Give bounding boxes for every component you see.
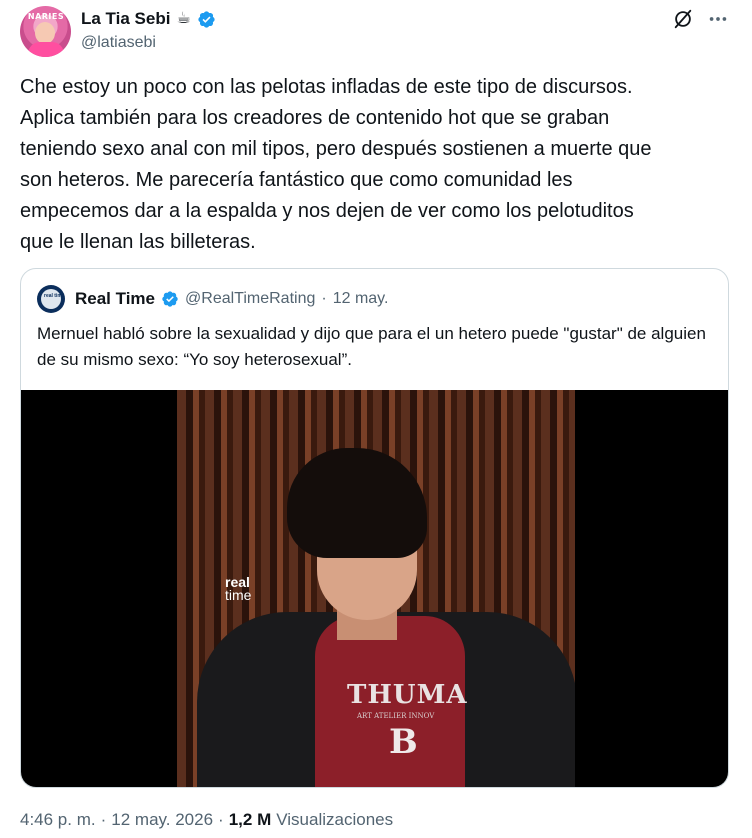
author-avatar[interactable]: NARIES [20, 6, 71, 57]
shirt-subtext: ART ATELIER INNOV [357, 712, 435, 720]
grok-icon[interactable] [672, 8, 694, 30]
watermark-line2: time [225, 587, 252, 603]
video-watermark: real time [225, 575, 252, 603]
video-frame: THUMA ART ATELIER INNOV B real time [177, 390, 575, 787]
quoted-date[interactable]: 12 may. [333, 290, 389, 308]
meta-separator-2: · [218, 810, 224, 829]
quoted-tweet-header[interactable]: real time Real Time @RealTimeRating · 12… [37, 285, 388, 313]
video-hair [287, 448, 427, 558]
shirt-letter: B [389, 722, 418, 762]
tweet-text: Che estoy un poco con las pelotas inflad… [20, 76, 652, 253]
tweet-meta: 4:46 p. m. · 12 may. 2026 · 1,2 M Visual… [20, 808, 393, 832]
avatar-label: NARIES [27, 12, 65, 21]
quoted-author-handle[interactable]: @RealTimeRating [185, 290, 315, 308]
verified-badge-icon[interactable] [197, 10, 216, 29]
tweet[interactable]: NARIES La Tia Sebi ☕ @latiasebi Che esto… [0, 0, 752, 838]
quoted-tweet-text: Mernuel habló sobre la sexualidad y dijo… [37, 324, 706, 369]
quoted-author-avatar[interactable]: real time [37, 285, 65, 313]
meta-separator: · [100, 810, 107, 829]
views-count[interactable]: 1,2 M [229, 810, 272, 830]
shirt-text: THUMA [347, 680, 468, 710]
author-display-name[interactable]: La Tia Sebi [81, 9, 170, 29]
avatar-face [35, 22, 55, 44]
more-horizontal-icon[interactable] [707, 8, 729, 30]
coffee-emoji-icon: ☕ [176, 10, 191, 27]
quoted-video-player[interactable]: THUMA ART ATELIER INNOV B real time [21, 390, 728, 787]
tweet-time[interactable]: 4:46 p. m. [20, 810, 96, 830]
tweet-date[interactable]: 12 may. 2026 [111, 810, 213, 830]
views-label[interactable]: Visualizaciones [276, 810, 393, 830]
quoted-tweet-card[interactable]: real time Real Time @RealTimeRating · 12… [20, 268, 729, 788]
avatar-body [28, 42, 64, 57]
quoted-author-display-name[interactable]: Real Time [75, 289, 155, 309]
quoted-avatar-label: real time [44, 293, 65, 299]
author-name-row[interactable]: La Tia Sebi ☕ [81, 8, 216, 30]
author-handle[interactable]: @latiasebi [81, 34, 156, 52]
quoted-verified-badge-icon[interactable] [161, 290, 179, 308]
quoted-avatar-inner [41, 289, 61, 309]
quoted-separator: · [321, 290, 327, 307]
